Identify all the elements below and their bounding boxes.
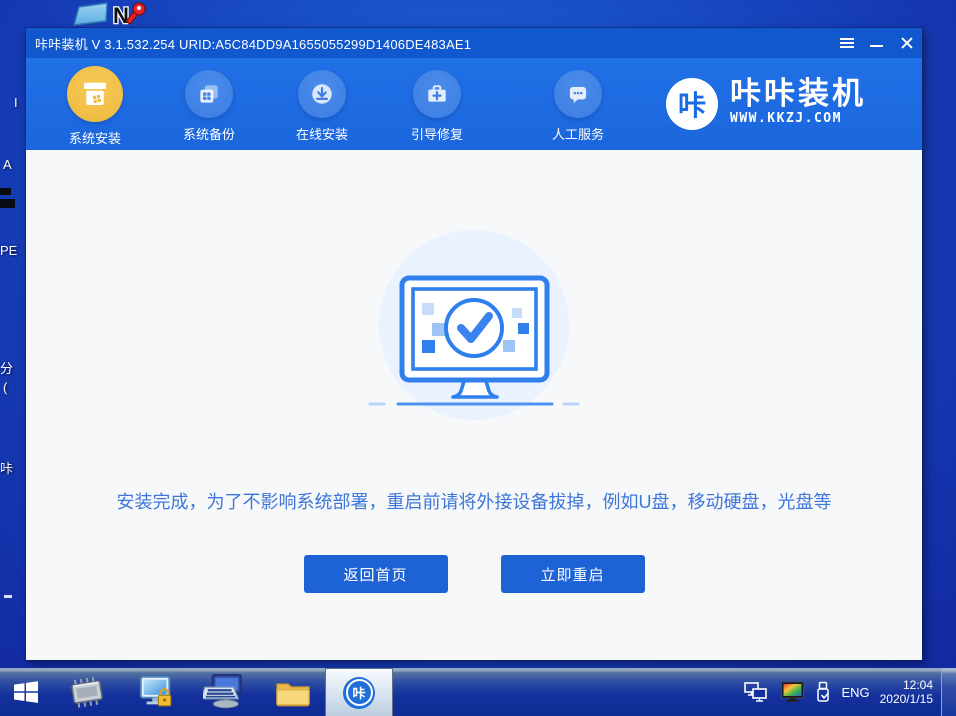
cpu-chip-icon	[71, 676, 103, 708]
display-settings-icon[interactable]	[780, 681, 805, 703]
windows-logo-icon	[14, 681, 38, 703]
toolbox-plus-icon	[413, 70, 461, 118]
nav-label: 引导修复	[410, 127, 463, 142]
kaka-glyph: 咔	[352, 686, 366, 701]
taskbar-display-lock-app[interactable]	[137, 674, 177, 710]
minimize-icon	[870, 45, 883, 47]
nav-label: 在线安装	[295, 127, 348, 142]
taskbar-explorer-app[interactable]	[274, 677, 312, 708]
nav-online-install[interactable]: 在线安装	[277, 66, 367, 143]
hamburger-icon	[840, 38, 854, 40]
show-desktop-button[interactable]	[941, 668, 956, 716]
brand-logo: 咔 咔咔装机 WWW.KKZJ.COM	[666, 78, 866, 130]
svg-text:N: N	[113, 3, 129, 28]
success-illustration	[368, 228, 580, 420]
clock[interactable]: 12:04 2020/1/15	[880, 678, 933, 706]
desktop-icon-fragment	[4, 595, 12, 598]
home-button[interactable]: 返回首页	[303, 555, 448, 593]
nav-label: 系统安装	[68, 131, 121, 146]
desktop-icon-label-fragment: (	[3, 380, 8, 395]
network-icon[interactable]	[743, 681, 770, 703]
tray-date: 2020/1/15	[879, 692, 933, 706]
taskbar-keyboard-app[interactable]	[202, 674, 244, 710]
desktop-icon-label-fragment: A	[3, 157, 12, 172]
menu-button[interactable]	[832, 28, 862, 58]
titlebar: 咔咔装机 V 3.1.532.254 URID:A5C84DD9A1655055…	[26, 28, 922, 58]
download-icon	[298, 70, 346, 118]
close-button[interactable]	[892, 28, 922, 58]
brand-name: 咔咔装机	[730, 76, 866, 111]
logo-glyph: 咔	[677, 90, 706, 121]
folder-icon	[276, 682, 310, 706]
desktop-icon-fragment	[0, 188, 11, 195]
chat-bubble-icon	[554, 70, 602, 118]
completion-message: 安装完成，为了不影响系统部署，重启前请将外接设备拔掉，例如U盘，移动硬盘，光盘等	[116, 492, 832, 512]
desktop-icon-label-fragment: I	[14, 95, 18, 110]
nav-boot-repair[interactable]: 引导修复	[392, 66, 482, 143]
keyboard-monitor-icon	[203, 674, 242, 709]
taskbar-chip-app[interactable]	[67, 675, 109, 709]
desktop-icon-label-fragment: 咔	[0, 461, 14, 476]
system-tray: ENG 12:04 2020/1/15	[743, 678, 941, 706]
install-box-icon	[67, 66, 123, 122]
minimize-button[interactable]	[862, 28, 892, 58]
backup-windows-icon	[185, 70, 233, 118]
kaka-installer-window: 咔咔装机 V 3.1.532.254 URID:A5C84DD9A1655055…	[26, 28, 922, 660]
nav-label: 系统备份	[182, 127, 235, 142]
taskbar-kaka-app-active[interactable]: 咔	[325, 668, 393, 716]
main-content: 安装完成，为了不影响系统部署，重启前请将外接设备拔掉，例如U盘，移动硬盘，光盘等…	[26, 150, 922, 660]
monitor-lock-icon	[139, 675, 172, 707]
nav-system-install[interactable]: 系统安装	[50, 66, 140, 147]
kaka-logo-icon: 咔	[666, 78, 718, 130]
desktop-icon-label-fragment: 分	[0, 361, 14, 376]
nav-header: 系统安装 系统备份 在线安装 引导修复 人工服务 咔 咔咔装机 WWW.KKZJ…	[26, 58, 922, 150]
start-button[interactable]	[9, 679, 43, 705]
kaka-app-icon: 咔	[343, 676, 375, 709]
usb-device-icon[interactable]	[815, 681, 831, 703]
taskbar: 咔 ENG 12:04 2020/1/15	[0, 668, 956, 716]
monitor-check-icon	[368, 275, 580, 406]
brand-site: WWW.KKZJ.COM	[730, 111, 842, 126]
language-indicator[interactable]: ENG	[841, 685, 869, 700]
nav-label: 人工服务	[551, 127, 604, 142]
nav-system-backup[interactable]: 系统备份	[164, 66, 254, 143]
window-title: 咔咔装机 V 3.1.532.254 URID:A5C84DD9A1655055…	[35, 36, 472, 52]
nav-human-service[interactable]: 人工服务	[533, 66, 623, 143]
restart-button[interactable]: 立即重启	[500, 555, 645, 593]
desktop-icon-fragment	[0, 199, 15, 208]
desktop-icon-label-fragment: PE	[0, 243, 18, 258]
tray-time: 12:04	[902, 678, 933, 692]
